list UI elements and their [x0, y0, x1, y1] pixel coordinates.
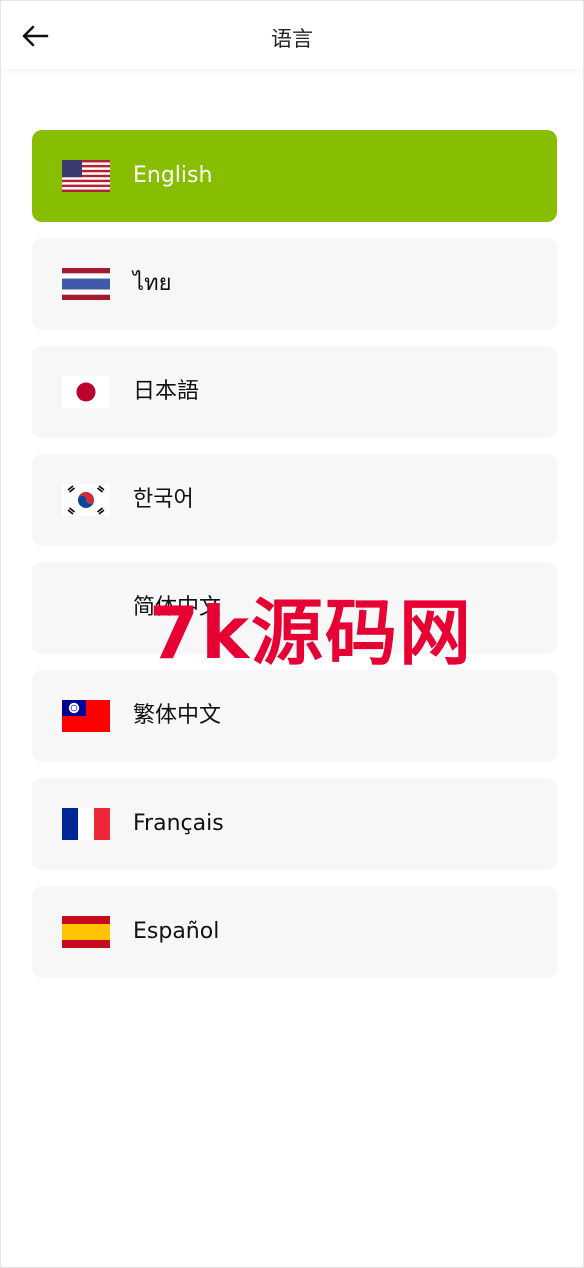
language-label: 简体中文 [133, 595, 222, 620]
language-page: 语言 English ไทย 日本語 한국어 简体中文 繁体中文 Françai… [0, 0, 584, 1268]
language-label: ไทย [133, 271, 172, 296]
language-option-traditional-chinese[interactable]: 繁体中文 [32, 670, 557, 762]
language-option-spanish[interactable]: Español [32, 886, 557, 978]
france-flag-icon [62, 808, 110, 840]
language-label: 한국어 [133, 487, 194, 512]
language-label: 日本語 [133, 379, 200, 404]
language-option-korean[interactable]: 한국어 [32, 454, 557, 546]
language-option-french[interactable]: Français [32, 778, 557, 870]
language-label: Français [133, 811, 224, 836]
language-option-japanese[interactable]: 日本語 [32, 346, 557, 438]
thailand-flag-icon [62, 268, 110, 300]
taiwan-flag-icon [62, 700, 110, 732]
japan-flag-icon [62, 376, 110, 408]
us-flag-icon [62, 160, 110, 192]
top-bar: 语言 [1, 1, 583, 69]
language-label: Español [133, 919, 220, 944]
language-list: English ไทย 日本語 한국어 简体中文 繁体中文 Français E… [32, 130, 557, 994]
language-label: English [133, 163, 213, 188]
page-title: 语言 [271, 27, 313, 51]
spain-flag-icon [62, 916, 110, 948]
language-option-simplified-chinese[interactable]: 简体中文 [32, 562, 557, 654]
language-label: 繁体中文 [133, 703, 222, 728]
language-option-thai[interactable]: ไทย [32, 238, 557, 330]
korea-flag-icon [62, 484, 110, 516]
language-option-english[interactable]: English [32, 130, 557, 222]
